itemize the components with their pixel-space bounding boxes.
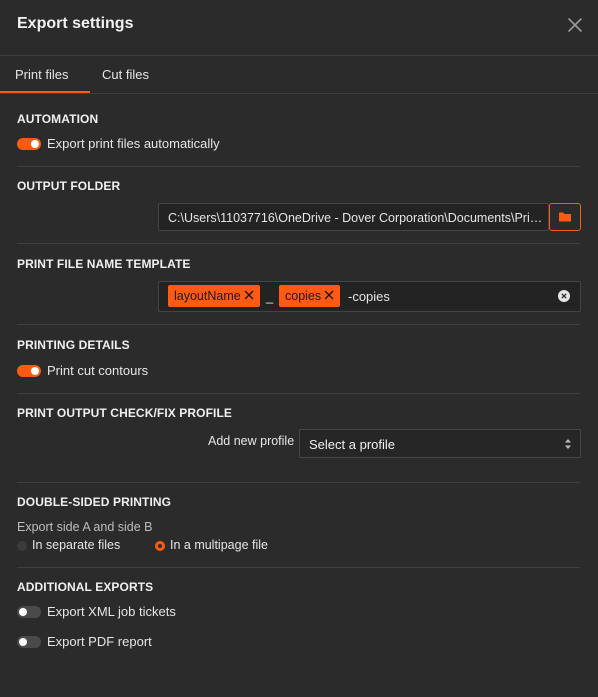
add-profile-label: Add new profile <box>208 434 295 448</box>
browse-folder-button[interactable] <box>549 203 581 231</box>
active-tab-indicator <box>0 91 90 93</box>
tab-print-files[interactable]: Print files <box>15 67 68 82</box>
radio-separate-files-label: In separate files <box>32 538 121 552</box>
template-separator: _ <box>266 289 274 304</box>
double-sided-section-title: DOUBLE-SIDED PRINTING <box>17 495 172 509</box>
tab-cut-files[interactable]: Cut files <box>102 67 149 82</box>
chip-label: layoutName <box>174 289 241 303</box>
chip-remove-icon[interactable] <box>324 285 334 307</box>
divider <box>17 166 580 167</box>
export-pdf-report-label: Export PDF report <box>47 634 152 649</box>
output-folder-field[interactable]: C:\Users\11037716\OneDrive - Dover Corpo… <box>158 203 549 231</box>
print-cut-contours-toggle[interactable] <box>17 365 41 377</box>
dialog-header: Export settings <box>0 0 598 56</box>
tab-bar: Print files Cut files <box>0 56 598 94</box>
print-cut-contours-label: Print cut contours <box>47 363 149 378</box>
folder-icon <box>559 212 571 222</box>
export-pdf-report-toggle[interactable] <box>17 636 41 648</box>
divider <box>17 393 580 394</box>
clear-circle-icon[interactable] <box>558 290 570 302</box>
export-xml-label: Export XML job tickets <box>47 604 176 619</box>
template-suffix: -copies <box>348 289 390 304</box>
template-chip-copies[interactable]: copies <box>279 285 341 307</box>
dialog-title: Export settings <box>17 15 134 32</box>
chip-remove-icon[interactable] <box>244 285 254 307</box>
radio-separate-files[interactable] <box>17 541 27 551</box>
export-settings-dialog: Export settings Print files Cut files AU… <box>0 0 598 697</box>
select-arrows-icon <box>565 439 571 449</box>
divider <box>17 482 580 483</box>
template-chip-layoutname[interactable]: layoutName <box>168 285 260 307</box>
additional-exports-section-title: ADDITIONAL EXPORTS <box>17 580 154 594</box>
printing-details-section-title: PRINTING DETAILS <box>17 338 130 352</box>
profile-select-value: Select a profile <box>309 437 395 452</box>
export-automatically-label: Export print files automatically <box>47 136 220 151</box>
divider <box>17 324 580 325</box>
chip-label: copies <box>285 289 322 303</box>
radio-multipage-file-label: In a multipage file <box>170 538 268 552</box>
profile-select[interactable]: Select a profile <box>299 429 581 458</box>
output-folder-path: C:\Users\11037716\OneDrive - Dover Corpo… <box>168 211 548 225</box>
double-sided-subtitle: Export side A and side B <box>17 520 153 534</box>
template-section-title: PRINT FILE NAME TEMPLATE <box>17 257 191 271</box>
automation-section-title: AUTOMATION <box>17 112 99 126</box>
divider <box>17 243 580 244</box>
check-fix-section-title: PRINT OUTPUT CHECK/FIX PROFILE <box>17 406 233 420</box>
divider <box>17 567 580 568</box>
export-automatically-toggle[interactable] <box>17 138 41 150</box>
output-folder-section-title: OUTPUT FOLDER <box>17 179 121 193</box>
radio-multipage-file[interactable] <box>155 541 165 551</box>
export-xml-toggle[interactable] <box>17 606 41 618</box>
close-icon[interactable] <box>565 15 585 35</box>
